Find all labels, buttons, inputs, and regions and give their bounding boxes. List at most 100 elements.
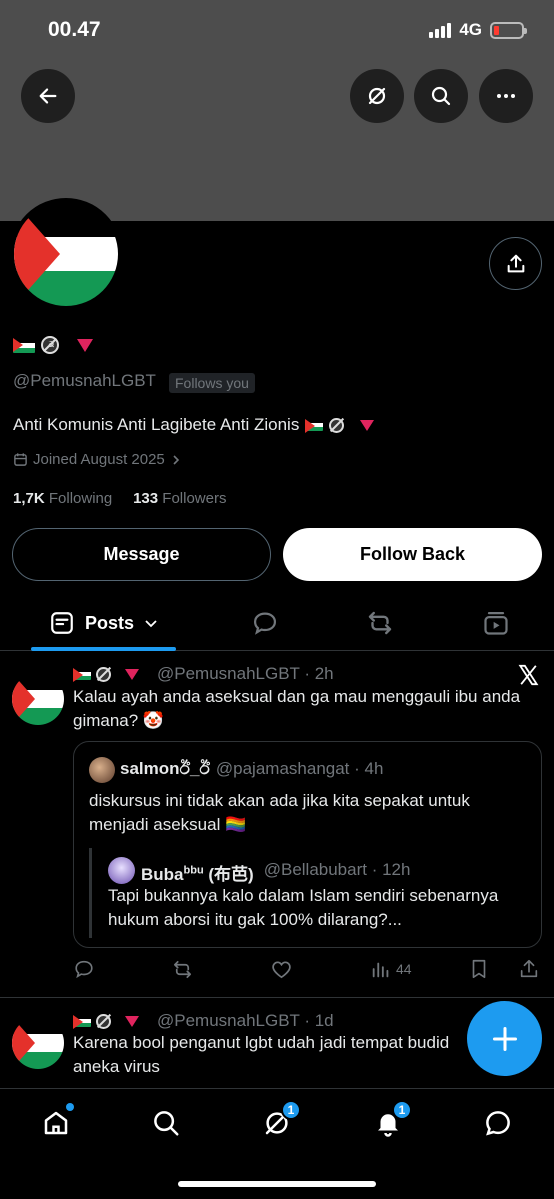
profile-tabs: Posts — [0, 595, 554, 651]
post-header: @PemusnahLGBT · 1d — [73, 1011, 334, 1031]
plus-icon — [492, 1026, 517, 1051]
profile-bio: Anti Komunis Anti Lagibete Anti Zionis — [13, 415, 375, 435]
message-button[interactable]: Message — [12, 528, 271, 581]
profile-handle: @PemusnahLGBT — [13, 371, 156, 390]
more-icon — [497, 94, 515, 98]
inner-quote-header: Bubabbu (布芭) @Bellabubart · 12h — [141, 860, 410, 885]
views-chart-icon — [372, 962, 389, 978]
media-icon — [484, 611, 508, 635]
grok-button[interactable] — [350, 69, 404, 123]
followers-label: Followers — [162, 490, 227, 507]
post-avatar[interactable] — [12, 673, 64, 725]
search-icon — [154, 1111, 179, 1136]
no-communism-icon: ☭ — [41, 336, 59, 354]
inner-author-name: Buba — [141, 865, 184, 884]
status-time: 00.47 — [48, 18, 101, 41]
home-icon — [44, 1111, 68, 1135]
nav-search[interactable] — [146, 1103, 186, 1143]
search-icon — [431, 86, 451, 106]
tab-posts[interactable]: Posts — [31, 595, 176, 651]
home-dot-indicator — [66, 1103, 74, 1111]
palestine-flag-icon — [13, 337, 35, 353]
repost-icon — [368, 611, 392, 635]
post-handle-time[interactable]: @PemusnahLGBT · 1d — [157, 1011, 334, 1031]
quote-author-name: salmonඊ_ඊ — [120, 759, 210, 778]
no-communism-icon — [96, 1013, 111, 1029]
active-tab-indicator — [31, 647, 176, 651]
more-button[interactable] — [479, 69, 533, 123]
palestine-flag-icon — [73, 1015, 91, 1029]
red-triangle-icon — [125, 668, 139, 680]
following-link[interactable]: 1,7K Following — [13, 490, 112, 507]
reply-icon — [253, 612, 277, 635]
inner-handle-time: @Bellabubart · 12h — [263, 860, 411, 879]
battery-icon — [490, 21, 527, 39]
status-icons: 4G — [429, 20, 527, 40]
search-button[interactable] — [414, 69, 468, 123]
share-post-button[interactable] — [518, 958, 540, 980]
notifications-badge: 1 — [392, 1100, 412, 1120]
quote-author-avatar — [89, 757, 115, 783]
nav-grok[interactable]: 1 — [257, 1100, 301, 1143]
followers-link[interactable]: 133 Followers — [133, 490, 226, 507]
bookmark-button[interactable] — [468, 958, 490, 980]
views-button[interactable]: 44 — [370, 958, 412, 980]
post-actions: 44 — [73, 958, 542, 982]
joined-text: Joined August 2025 — [33, 451, 165, 468]
compose-post-button[interactable] — [467, 1001, 542, 1076]
red-triangle-icon — [360, 419, 375, 431]
tab-replies[interactable] — [240, 595, 290, 651]
nav-messages[interactable] — [478, 1103, 518, 1143]
profile-avatar[interactable] — [10, 198, 122, 310]
palestine-flag-image — [12, 673, 64, 725]
inner-author-sup: bbu — [183, 864, 204, 877]
followers-count: 133 — [133, 490, 159, 507]
back-button[interactable] — [21, 69, 75, 123]
thread-line — [89, 848, 92, 938]
home-indicator — [178, 1181, 376, 1187]
grok-icon — [368, 87, 386, 105]
palestine-flag-icon — [73, 668, 91, 682]
x-logo-icon — [518, 664, 539, 686]
tab-media[interactable] — [471, 595, 521, 651]
joined-date[interactable]: Joined August 2025 — [13, 451, 182, 468]
like-button[interactable] — [270, 958, 293, 981]
nav-home[interactable] — [36, 1103, 76, 1143]
inner-author-suffix: (布芭) — [203, 865, 254, 884]
reply-icon — [75, 960, 93, 979]
posts-icon — [51, 612, 73, 634]
signal-icon — [429, 22, 452, 38]
no-communism-icon — [96, 666, 111, 682]
chevron-right-icon — [173, 454, 179, 465]
post-text: Karena bool penganut lgbt udah jadi temp… — [73, 1033, 450, 1076]
network-label: 4G — [459, 20, 482, 39]
tab-reposts[interactable] — [355, 595, 405, 651]
chat-bubble-icon — [486, 1111, 510, 1136]
tab-posts-label: Posts — [84, 612, 135, 633]
follows-you-badge: Follows you — [169, 373, 255, 393]
post-avatar[interactable] — [12, 1017, 64, 1069]
following-label: Following — [48, 490, 113, 507]
repost-icon — [173, 960, 192, 979]
quote-handle-time: @pajamashangat · 4h — [215, 759, 384, 778]
repost-button[interactable] — [171, 958, 194, 981]
bio-text: Anti Komunis Anti Lagibete Anti Zionis — [13, 415, 300, 434]
no-communism-icon — [329, 417, 345, 433]
share-profile-button[interactable] — [489, 237, 542, 290]
red-triangle-icon — [77, 338, 93, 352]
bookmark-icon — [472, 959, 486, 979]
quote-header: salmonඊ_ඊ @pajamashangat · 4h — [120, 759, 383, 779]
nav-notifications[interactable]: 1 — [368, 1100, 412, 1143]
palestine-flag-image — [14, 202, 118, 306]
red-triangle-icon — [125, 1015, 139, 1027]
follow-back-button[interactable]: Follow Back — [283, 528, 542, 581]
post-handle-time[interactable]: @PemusnahLGBT · 2h — [157, 664, 334, 684]
palestine-flag-icon — [305, 419, 324, 433]
palestine-flag-image — [12, 1017, 64, 1069]
calendar-icon — [14, 453, 27, 466]
reply-button[interactable] — [73, 958, 95, 980]
display-name: ☭ — [13, 336, 93, 354]
inner-quote-avatar — [108, 857, 135, 884]
post-divider — [0, 997, 554, 998]
following-count: 1,7K — [13, 490, 45, 507]
